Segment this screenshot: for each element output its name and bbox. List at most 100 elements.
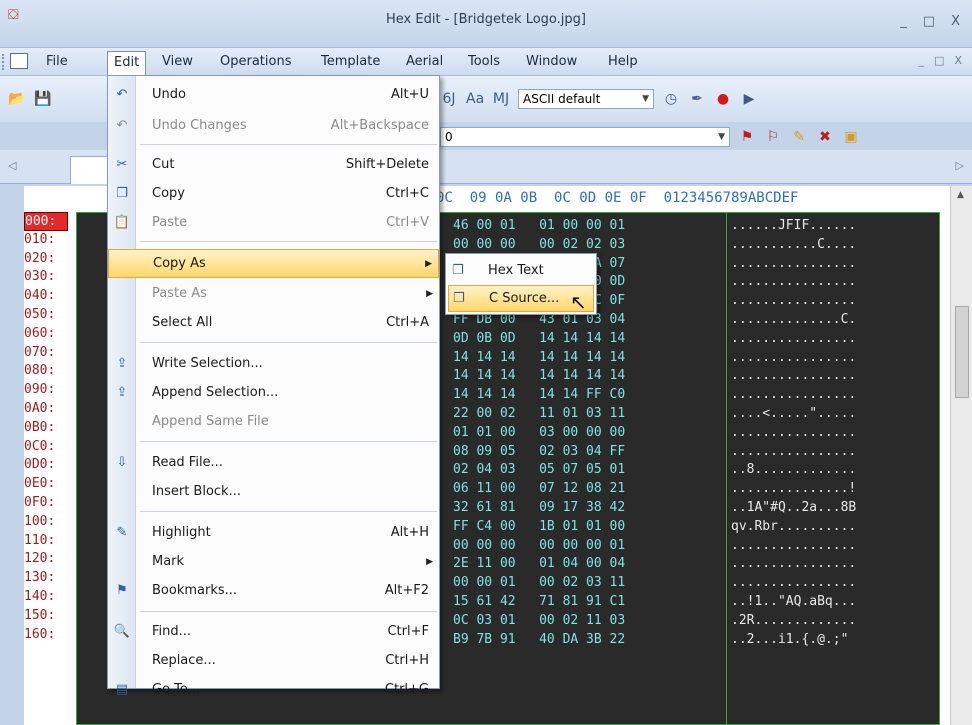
menu-item-paste[interactable]: 📋 Paste Ctrl+V bbox=[108, 208, 439, 237]
ascii-row: ................ bbox=[731, 556, 857, 572]
mdi-restore-button[interactable]: □ bbox=[934, 54, 944, 67]
read-file-icon: ⇩ bbox=[116, 455, 128, 470]
clock-icon[interactable]: ◷ bbox=[662, 90, 680, 108]
ascii-row: .2R............. bbox=[731, 612, 857, 628]
hex-row: FF C4 00 1B 01 01 00 bbox=[453, 518, 626, 534]
bookmark-icon[interactable]: ✎ bbox=[790, 128, 808, 146]
menu-template[interactable]: Template bbox=[315, 53, 386, 70]
toolbar-row-1-right: 6J Aa MJ ASCII default ▼ ◷ ✒ ● ▶ bbox=[440, 88, 758, 110]
menu-item-undo[interactable]: ↶ Undo Alt+U bbox=[108, 80, 439, 109]
menu-item-cut[interactable]: ✂ Cut Shift+Delete bbox=[108, 150, 439, 179]
close-button[interactable]: X bbox=[951, 14, 960, 29]
address-cell: 090: bbox=[24, 382, 56, 398]
menu-item-read-file[interactable]: ⇩ Read File... bbox=[108, 448, 439, 477]
menu-item-paste-as[interactable]: Paste As ▶ bbox=[108, 279, 439, 308]
ascii-row: ..............C. bbox=[731, 311, 857, 327]
menu-operations[interactable]: Operations bbox=[214, 53, 297, 70]
menu-edit[interactable]: Edit bbox=[107, 51, 147, 76]
menu-item-select-all[interactable]: Select All Ctrl+A bbox=[108, 308, 439, 337]
address-cell: 0F0: bbox=[24, 494, 56, 510]
mdi-close-button[interactable]: X bbox=[954, 54, 962, 67]
ascii-row: ..8............. bbox=[731, 462, 857, 478]
menu-item-replace[interactable]: Replace... Ctrl+H bbox=[108, 646, 439, 675]
menu-item-highlight[interactable]: ✎ Highlight Alt+H bbox=[108, 518, 439, 547]
submenu-arrow-icon: ▶ bbox=[426, 556, 433, 567]
hex-row: 32 61 81 09 17 38 42 bbox=[453, 499, 626, 515]
tab-scroll-right-icon[interactable]: ▷ bbox=[956, 159, 964, 172]
menu-item-append-selection[interactable]: ⇪ Append Selection... bbox=[108, 378, 439, 407]
hex-text-icon: ❐ bbox=[452, 263, 464, 278]
pen-icon[interactable]: ✒ bbox=[688, 90, 706, 108]
charset-combo[interactable]: ASCII default ▼ bbox=[518, 89, 654, 109]
ascii-row: ..!1.."AQ.aBq... bbox=[731, 593, 857, 609]
ascii-row: ................ bbox=[731, 387, 857, 403]
menu-tools[interactable]: Tools bbox=[462, 53, 506, 70]
menu-item-label: Undo Changes bbox=[152, 118, 247, 133]
format-icon[interactable]: 6J bbox=[440, 90, 458, 108]
hex-row: 14 14 14 14 14 FF C0 bbox=[453, 387, 626, 403]
address-cell: 0B0: bbox=[24, 419, 56, 435]
menu-item-label: Append Same File bbox=[152, 414, 269, 429]
address-cell: 130: bbox=[24, 570, 56, 586]
vertical-scrollbar[interactable]: ▲ bbox=[950, 186, 972, 725]
address-column: 000: 010: 020: 030: 040: 050: 060: 070: 080: 090:… bbox=[24, 212, 68, 644]
menu-item-copy[interactable]: ❐ Copy Ctrl+C bbox=[108, 179, 439, 208]
goto-value: 0 bbox=[445, 130, 453, 144]
paste-icon: 📋 bbox=[113, 215, 131, 230]
menu-separator bbox=[140, 511, 437, 512]
goto-combo[interactable]: 0 ▼ bbox=[440, 127, 730, 147]
menu-item-find[interactable]: 🔍 Find... Ctrl+F bbox=[108, 617, 439, 646]
notes-icon[interactable]: ▣ bbox=[842, 128, 860, 146]
menu-separator bbox=[140, 342, 437, 343]
ascii-row: ................ bbox=[731, 293, 857, 309]
ascii-row: ................ bbox=[731, 443, 857, 459]
minimize-button[interactable]: _ bbox=[900, 14, 907, 29]
play-icon[interactable]: ▶ bbox=[740, 90, 758, 108]
menu-item-go-to[interactable]: ▤ Go To... Ctrl+G bbox=[108, 675, 439, 704]
address-cell: 070: bbox=[24, 344, 56, 360]
case-icon[interactable]: Aa bbox=[466, 90, 484, 108]
menu-item-copy-as[interactable]: Copy As ▶ bbox=[108, 249, 439, 278]
address-cell: 080: bbox=[24, 363, 56, 379]
menu-file[interactable]: File bbox=[40, 53, 74, 70]
ascii-pane[interactable]: ......JFIF...... ...........C............… bbox=[726, 212, 940, 725]
menu-item-label: Append Selection... bbox=[152, 385, 279, 400]
submenu-hex-text[interactable]: ❐ Hex Text bbox=[448, 257, 594, 284]
menu-item-bookmarks[interactable]: ⚑ Bookmarks... Alt+F2 bbox=[108, 576, 439, 605]
menu-item-write-selection[interactable]: ⇪ Write Selection... bbox=[108, 349, 439, 378]
scroll-up-icon[interactable]: ▲ bbox=[957, 190, 964, 200]
menu-view[interactable]: View bbox=[156, 53, 199, 70]
menu-item-shortcut: Ctrl+H bbox=[385, 653, 429, 668]
mdi-minimize-button[interactable]: _ bbox=[919, 54, 925, 67]
document-icon[interactable] bbox=[10, 53, 28, 69]
menu-grip[interactable] bbox=[2, 54, 6, 70]
flag-next-icon[interactable]: ⚐ bbox=[764, 128, 782, 146]
tab-scroll-left-icon[interactable]: ◁ bbox=[8, 159, 16, 172]
menu-item-label: Bookmarks... bbox=[152, 583, 238, 598]
open-folder-icon[interactable]: 📂 bbox=[8, 90, 26, 108]
address-cell: 140: bbox=[24, 588, 56, 604]
menu-item-shortcut: Alt+U bbox=[390, 87, 429, 102]
ascii-row: ..1A"#Q..2a...8B bbox=[731, 499, 857, 515]
mj-icon[interactable]: MJ bbox=[492, 90, 510, 108]
ascii-row: ................ bbox=[731, 330, 857, 346]
scroll-thumb[interactable] bbox=[955, 306, 969, 398]
hex-column-header: 0C 09 0A 0B 0C 0D 0E 0F 0123456789ABCDEF bbox=[436, 190, 799, 206]
maximize-button[interactable]: □ bbox=[923, 14, 935, 29]
menu-item-insert-block[interactable]: Insert Block... bbox=[108, 477, 439, 506]
menu-item-mark[interactable]: Mark ▶ bbox=[108, 547, 439, 576]
ascii-row: ................ bbox=[731, 349, 857, 365]
menu-item-append-same-file[interactable]: Append Same File bbox=[108, 407, 439, 436]
menu-item-undo-changes[interactable]: ↶ Undo Changes Alt+Backspace bbox=[108, 111, 439, 140]
submenu-arrow-icon: ▶ bbox=[425, 258, 432, 269]
address-cell: 030: bbox=[24, 269, 56, 285]
save-icon[interactable]: 💾 bbox=[34, 90, 52, 108]
menu-help[interactable]: Help bbox=[602, 53, 644, 70]
clear-bookmark-icon[interactable]: ✖ bbox=[816, 128, 834, 146]
record-icon[interactable]: ● bbox=[714, 90, 732, 108]
menu-aerial[interactable]: Aerial bbox=[400, 53, 449, 70]
menu-window[interactable]: Window bbox=[520, 53, 583, 70]
mdi-controls: _ □ X bbox=[919, 54, 962, 67]
charset-value: ASCII default bbox=[523, 92, 601, 106]
flag-icon[interactable]: ⚑ bbox=[738, 128, 756, 146]
